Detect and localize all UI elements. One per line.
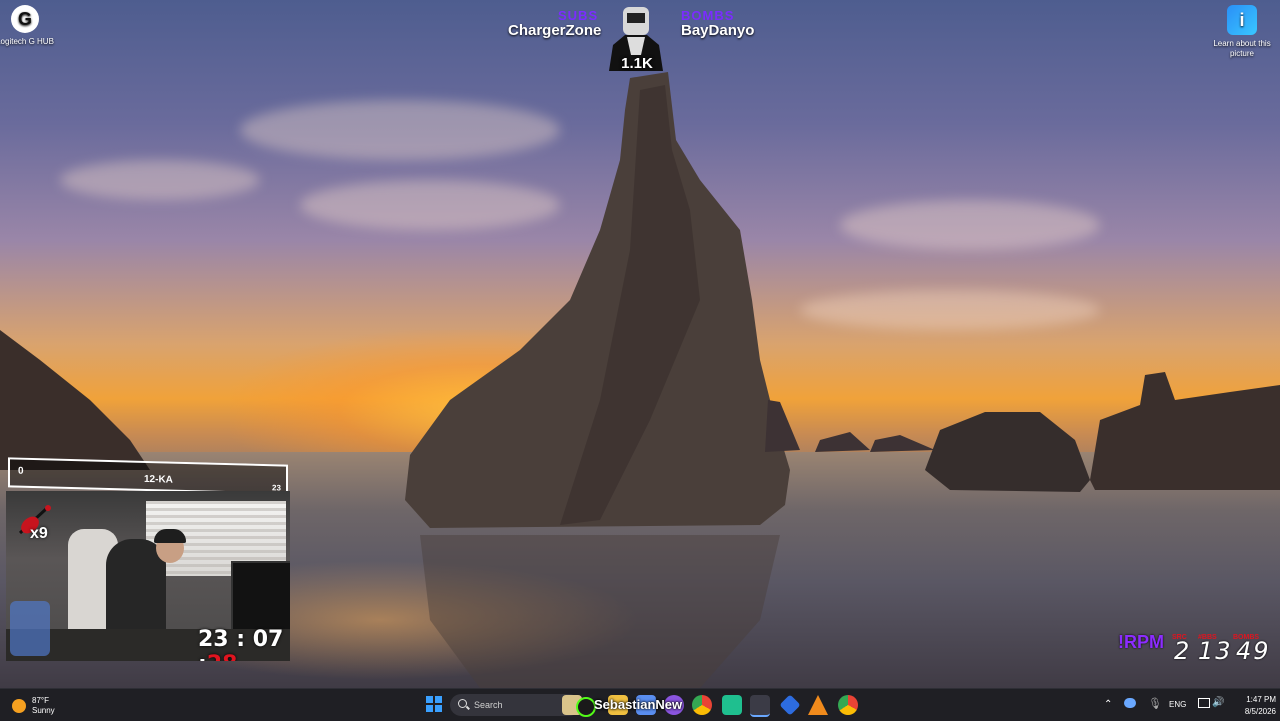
rpm-value-bbs: 13 [1198, 637, 1233, 665]
rpm-value-src: 2 [1174, 637, 1192, 665]
tray-volume-icon[interactable]: 🔊 [1212, 697, 1224, 708]
logitech-g-icon: G [11, 5, 39, 33]
cam-cap [154, 529, 186, 543]
tray-language[interactable]: ENG [1169, 700, 1186, 709]
overlay-count: 1.1K [621, 55, 653, 72]
subs-label: SUBS [558, 8, 599, 23]
tray-mic-icon[interactable]: 🎙 [1148, 697, 1162, 710]
xp-left-value: 0 [18, 465, 24, 477]
webcam-feed: x9 23 : 07 :28 [6, 491, 290, 661]
weather-desc: Sunny [32, 706, 55, 715]
subs-name: ChargerZone [508, 22, 602, 39]
taskbar-search[interactable]: Search [450, 694, 580, 716]
tray-network-icon[interactable] [1198, 698, 1210, 708]
sunny-weather-icon [12, 699, 26, 713]
multiplier-label: x9 [30, 525, 48, 542]
desktop-icon-label: Learn about this picture [1213, 39, 1271, 58]
taskbar-app-active-icon[interactable] [750, 695, 770, 717]
taskbar-app-chrome-icon[interactable] [692, 695, 712, 715]
rpm-value-bombs: 49 [1236, 637, 1271, 665]
bombs-name: BayDanyo [681, 22, 755, 39]
bombs-label: BOMBS [681, 8, 735, 23]
stream-timer: 23 : 07 :28 [198, 627, 290, 661]
taskbar-app-chrome-2-icon[interactable] [838, 695, 858, 715]
spotlight-info-icon: i [1227, 5, 1257, 35]
clock-date: 8/5/2026 [1244, 707, 1276, 716]
start-button[interactable] [426, 696, 442, 712]
xp-center-label: 12-KA [144, 473, 173, 486]
search-placeholder: Search [474, 700, 503, 710]
weather-temp: 87°F [32, 696, 49, 705]
desktop-icon-label: Logitech G HUB [0, 37, 54, 46]
taskbar-app-audio-icon[interactable] [722, 695, 742, 715]
desktop-icon-logitech-g-hub[interactable]: G Logitech G HUB [0, 5, 65, 47]
taskbar-app-kick-icon[interactable] [576, 697, 596, 717]
rpm-title: !RPM [1118, 632, 1164, 652]
search-icon [458, 699, 467, 708]
taskbar-overlay-text: SebastianNew [594, 697, 683, 712]
taskbar-clock[interactable]: 1:47 PM 8/5/2026 [1226, 694, 1276, 718]
timer-seconds: 28 [207, 652, 238, 661]
taskbar: 87°F Sunny Search SebastianNew ⌃ 🎙 ENG 🔊… [0, 688, 1280, 721]
weather-widget[interactable]: 87°F Sunny [12, 696, 55, 716]
tray-onedrive-icon[interactable] [1124, 698, 1136, 708]
taskbar-app-diamond-icon[interactable] [779, 694, 801, 716]
cam-water-bottle [10, 601, 50, 656]
tray-chevron-up-icon[interactable]: ⌃ [1104, 699, 1112, 710]
clock-time: 1:47 PM [1246, 695, 1276, 704]
cam-monitor [231, 561, 290, 635]
taskbar-app-vlc-icon[interactable] [808, 695, 828, 715]
desktop-icon-learn-about-picture[interactable]: i Learn about this picture [1202, 5, 1280, 59]
